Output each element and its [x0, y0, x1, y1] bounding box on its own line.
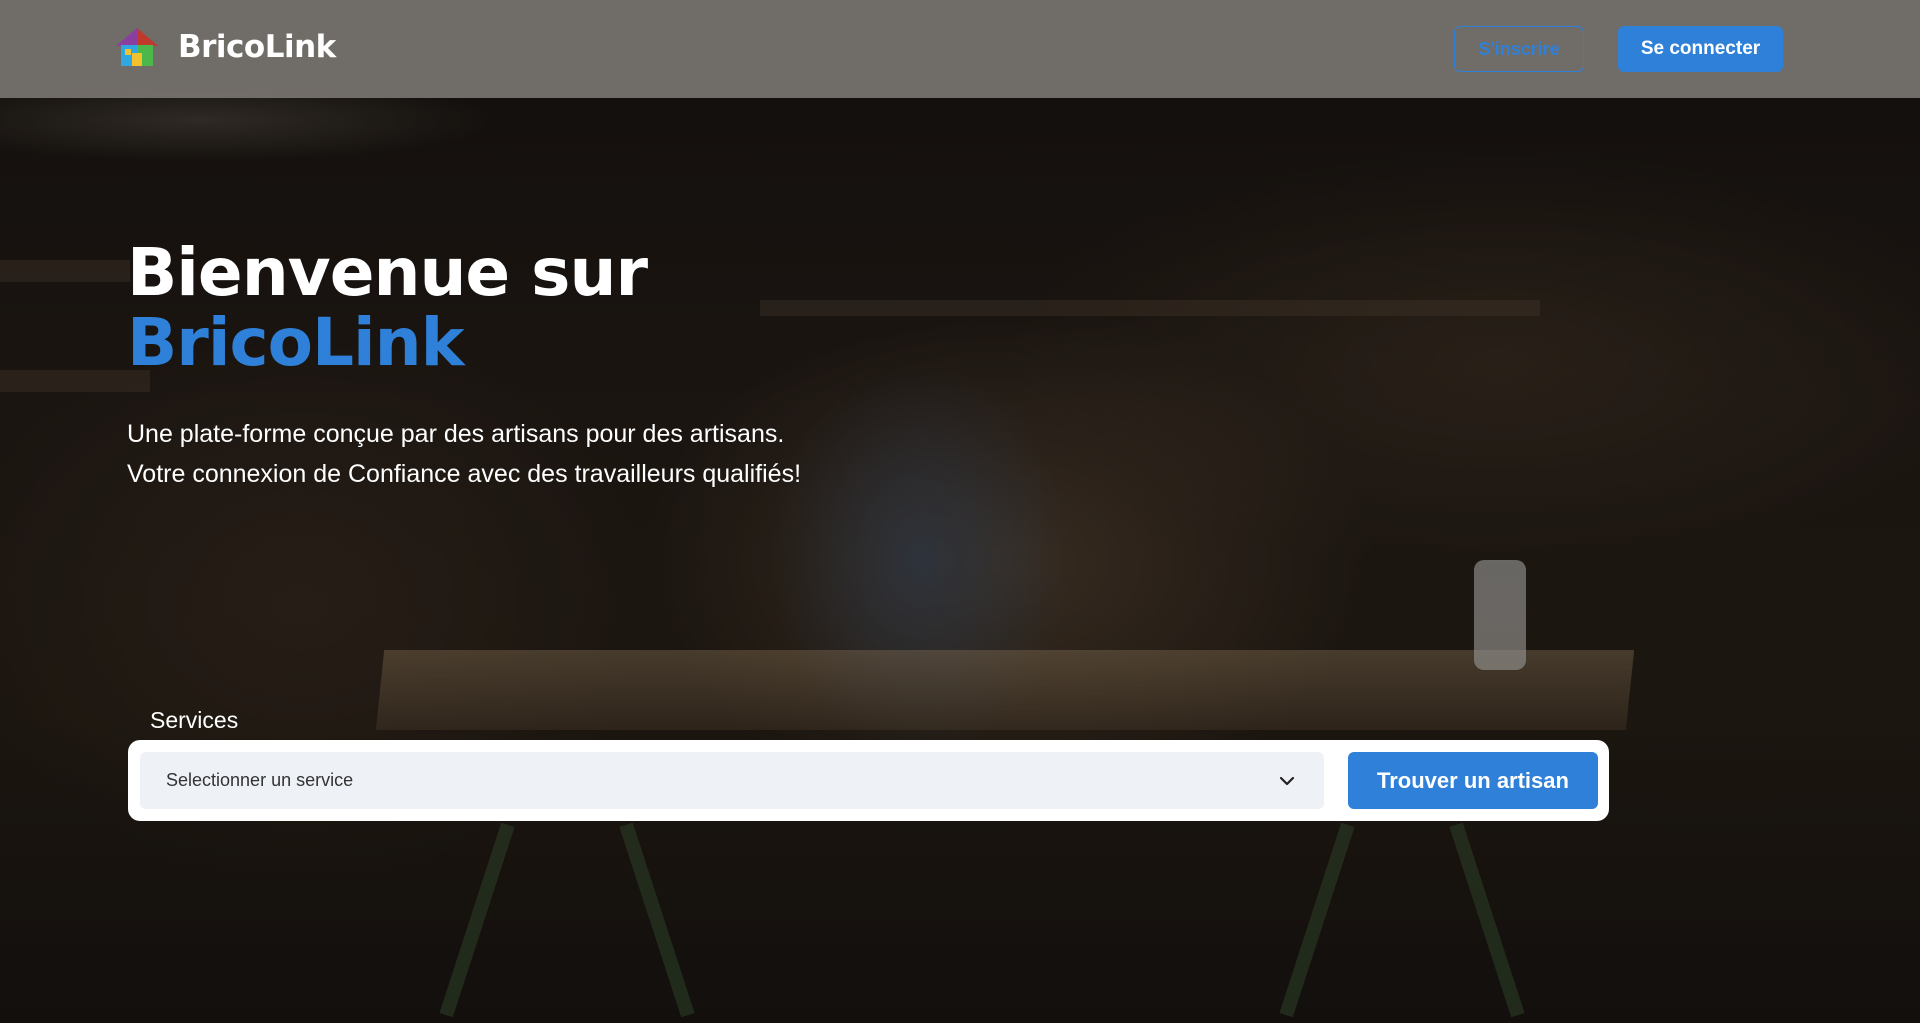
hero-subtitle-line1: Une plate-forme conçue par des artisans … [127, 420, 785, 448]
hero-subtitle: Une plate-forme conçue par des artisans … [127, 414, 801, 494]
hero-title: Bienvenue sur BricoLink [127, 238, 648, 381]
hero-title-brand: BricoLink [127, 304, 465, 381]
page: BricoLink S'inscrire Se connecter Bienve… [0, 0, 1920, 1023]
brand-logo[interactable]: BricoLink [114, 26, 336, 68]
login-button[interactable]: Se connecter [1618, 26, 1783, 72]
hero-subtitle-line2: Votre connexion de Confiance avec des tr… [127, 460, 802, 488]
hero-overlay [0, 0, 1920, 1023]
service-select[interactable]: Selectionner un service [140, 752, 1324, 809]
brand-name: BricoLink [178, 29, 336, 65]
services-label: Services [150, 707, 239, 733]
top-navbar: BricoLink S'inscrire Se connecter [0, 0, 1920, 98]
signup-button[interactable]: S'inscrire [1454, 26, 1584, 72]
chevron-down-icon [1279, 776, 1295, 785]
house-icon [116, 28, 158, 66]
service-search-form: Selectionner un service Trouver un artis… [128, 740, 1609, 821]
hero-title-line1: Bienvenue sur [127, 234, 648, 311]
service-select-value: Selectionner un service [166, 770, 354, 790]
find-artisan-button[interactable]: Trouver un artisan [1348, 752, 1598, 809]
